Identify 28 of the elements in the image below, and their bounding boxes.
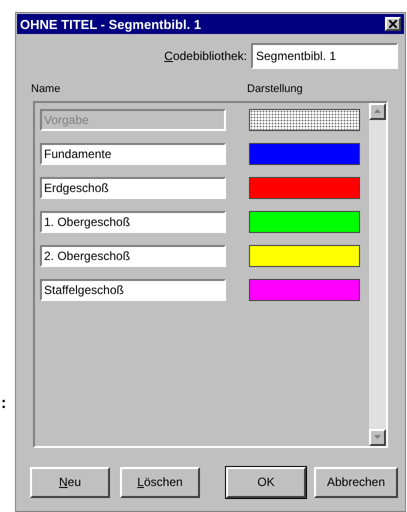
scroll-down-button[interactable] — [369, 428, 386, 446]
dialog-button[interactable]: Neu — [30, 466, 110, 498]
name-field[interactable]: Fundamente — [40, 142, 226, 164]
close-icon — [389, 20, 397, 28]
color-swatch[interactable] — [249, 210, 360, 232]
scroll-up-button[interactable] — [369, 102, 386, 120]
close-button[interactable] — [385, 17, 401, 31]
down-arrow-icon — [374, 435, 381, 439]
color-swatch[interactable] — [249, 176, 360, 198]
dialog-button[interactable]: Abbrechen — [314, 466, 398, 498]
color-swatch[interactable] — [249, 244, 360, 266]
scrollbar[interactable] — [369, 102, 386, 446]
name-field[interactable]: Erdgeschoß — [40, 176, 226, 198]
name-field[interactable]: Staffelgeschoß — [40, 278, 226, 300]
color-swatch[interactable] — [249, 278, 360, 300]
up-arrow-icon — [374, 109, 381, 113]
name-field[interactable]: 2. Obergeschoß — [40, 244, 226, 266]
library-field[interactable]: Segmentbibl. 1 — [251, 43, 398, 69]
column-header: Name — [31, 82, 62, 97]
window-title: OHNE TITEL - Segmentbibl. 1 — [20, 18, 202, 30]
colon-text: : — [0, 396, 8, 412]
name-field[interactable]: 1. Obergeschoß — [40, 210, 226, 232]
dialog-button[interactable]: OK — [226, 466, 306, 498]
column-header: Darstellung — [247, 82, 303, 97]
dialog-button[interactable]: Löschen — [120, 466, 200, 498]
library-label: Codebibliothek: — [164, 48, 247, 65]
color-swatch[interactable] — [249, 142, 360, 164]
pattern-swatch[interactable] — [249, 108, 360, 130]
